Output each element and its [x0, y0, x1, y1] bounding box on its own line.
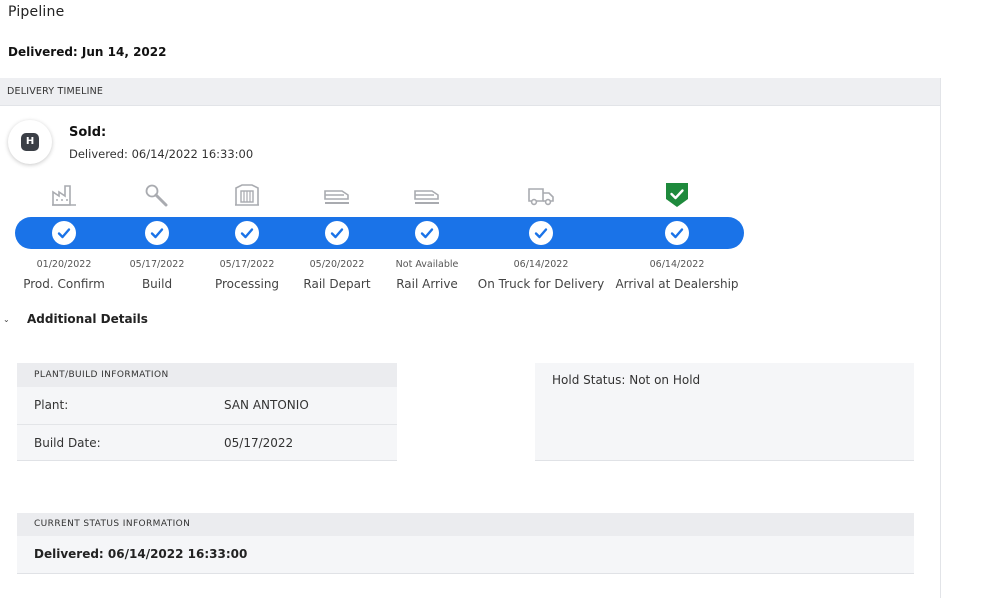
current-status-card: CURRENT STATUS INFORMATION Delivered: 06… [17, 513, 914, 574]
plant-build-card: PLANT/BUILD INFORMATION Plant: SAN ANTON… [17, 363, 397, 461]
hold-status-text: Hold Status: Not on Hold [552, 373, 701, 387]
step-name-arrival-dealership: Arrival at Dealership [615, 277, 739, 291]
step-name-prod-confirm: Prod. Confirm [23, 277, 105, 291]
step-date-rail-depart: 05/20/2022 [309, 259, 365, 270]
step-date-on-truck: 06/14/2022 [513, 259, 569, 270]
delivered-heading: Delivered: Jun 14, 2022 [8, 45, 167, 59]
green-shield-check-icon [662, 182, 692, 208]
chevron-down-icon: ⌄ [3, 314, 10, 324]
factory-icon [49, 182, 79, 208]
wrench-icon [142, 182, 172, 208]
step-check-arrival-dealership [665, 221, 689, 245]
step-check-rail-depart [325, 221, 349, 245]
step-date-rail-arrive: Not Available [395, 259, 459, 270]
status-avatar: H [8, 120, 52, 164]
step-check-rail-arrive [415, 221, 439, 245]
delivery-timeline-header: DELIVERY TIMELINE [0, 78, 940, 106]
build-date-value: 05/17/2022 [224, 436, 294, 450]
step-name-rail-arrive: Rail Arrive [396, 277, 458, 291]
plant-value: SAN ANTONIO [224, 398, 309, 412]
step-date-prod-confirm: 01/20/2022 [36, 259, 92, 270]
step-check-processing [235, 221, 259, 245]
delivery-progress-bar [15, 217, 744, 249]
info-row-build-date: Build Date: 05/17/2022 [17, 424, 397, 461]
step-date-arrival-dealership: 06/14/2022 [649, 259, 705, 270]
step-check-on-truck [529, 221, 553, 245]
h-logo-icon: H [21, 133, 39, 151]
step-name-processing: Processing [214, 277, 280, 291]
hold-status-card: Hold Status: Not on Hold [535, 363, 914, 461]
plant-build-header: PLANT/BUILD INFORMATION [17, 363, 397, 387]
processing-station-icon [232, 182, 262, 208]
status-delivered-date: Delivered: 06/14/2022 16:33:00 [69, 147, 254, 161]
delivery-timeline-panel: DELIVERY TIMELINE H Sold: Delivered: 06/… [0, 78, 941, 598]
additional-details-toggle[interactable]: ⌄ Additional Details [3, 312, 148, 326]
plant-label: Plant: [34, 398, 69, 412]
rail-depart-railcar-icon [322, 182, 352, 208]
step-check-build [145, 221, 169, 245]
step-date-build: 05/17/2022 [129, 259, 185, 270]
truck-icon [526, 182, 556, 208]
info-row-plant: Plant: SAN ANTONIO [17, 387, 397, 424]
step-name-rail-depart: Rail Depart [303, 277, 371, 291]
build-date-label: Build Date: [34, 436, 101, 450]
additional-details-label: Additional Details [27, 312, 148, 326]
step-check-prod-confirm [52, 221, 76, 245]
step-date-processing: 05/17/2022 [219, 259, 275, 270]
step-name-on-truck: On Truck for Delivery [477, 277, 605, 291]
rail-arrive-railcar-icon [412, 182, 442, 208]
page-title: Pipeline [8, 4, 65, 20]
step-name-build: Build [141, 277, 173, 291]
current-status-header: CURRENT STATUS INFORMATION [17, 513, 914, 536]
current-status-text: Delivered: 06/14/2022 16:33:00 [34, 547, 248, 561]
status-label: Sold: [69, 125, 107, 140]
